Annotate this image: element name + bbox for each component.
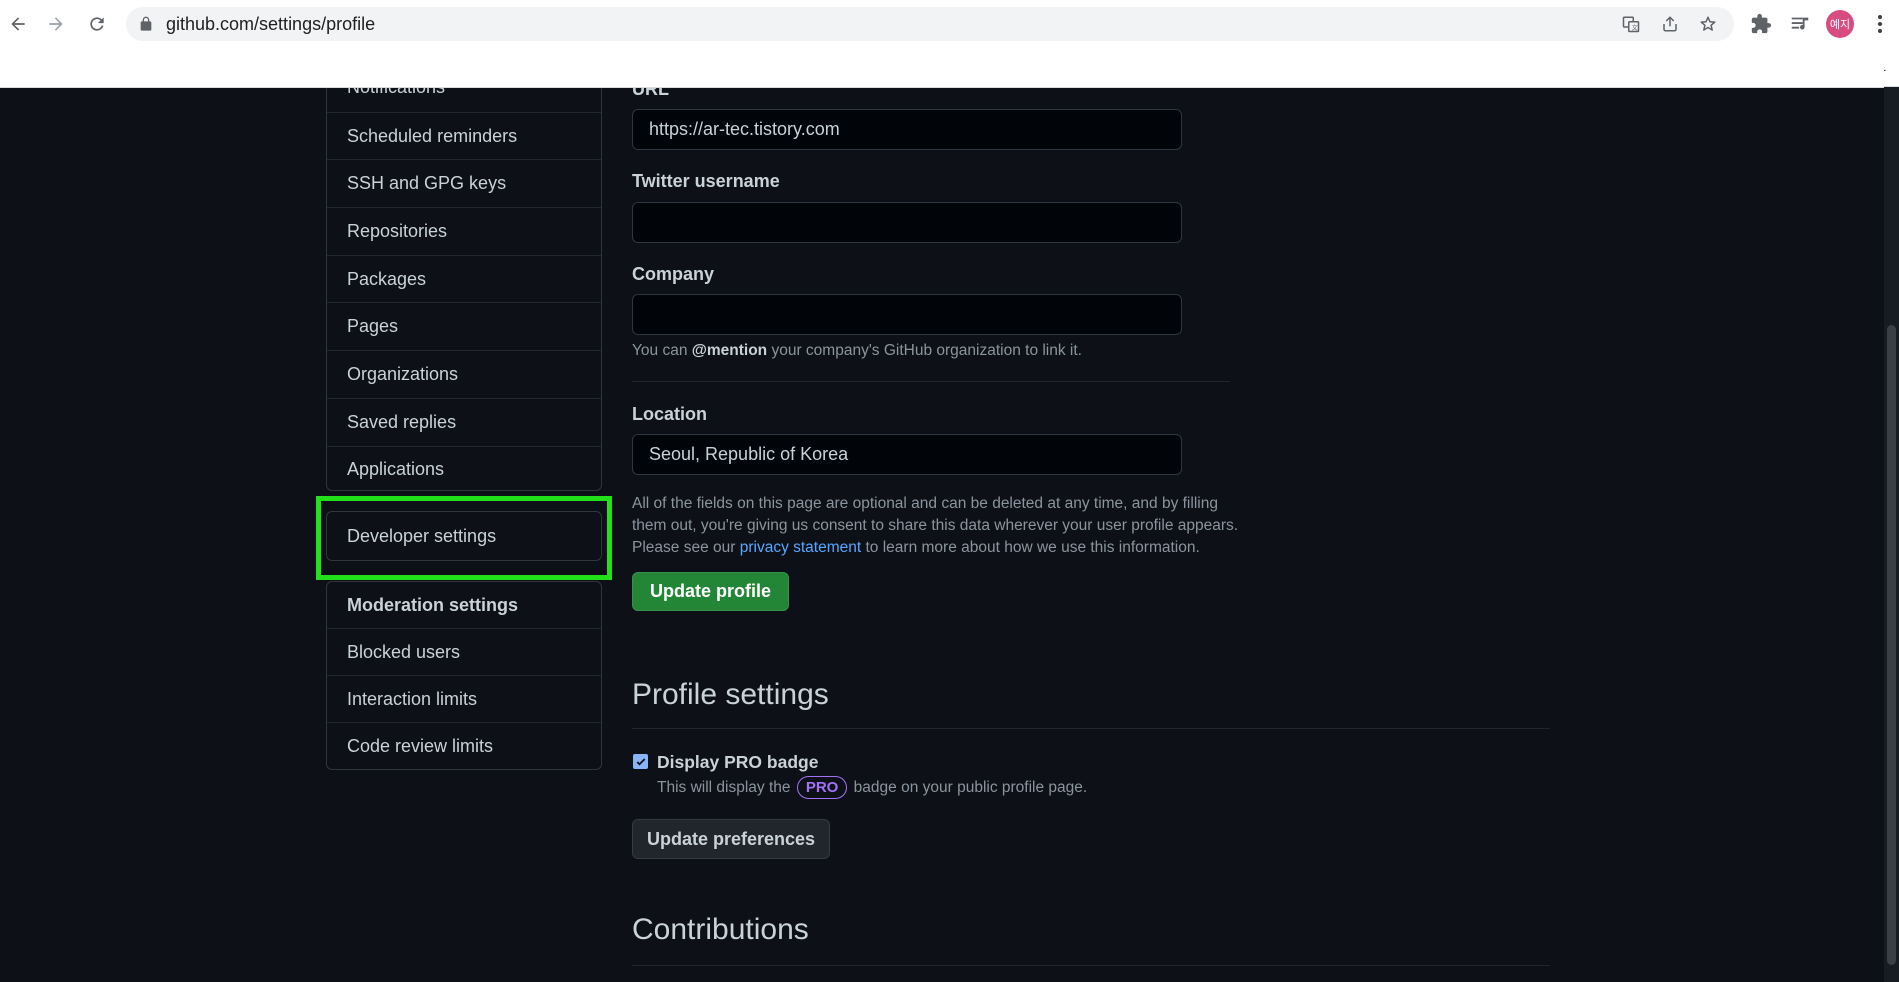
profile-avatar[interactable]: 예지 xyxy=(1826,10,1854,38)
contributions-heading: Contributions xyxy=(632,913,809,946)
folder-icon xyxy=(790,58,806,75)
folder-icon xyxy=(914,58,930,75)
folder-icon xyxy=(154,58,170,75)
mention-text: @mention xyxy=(691,342,768,359)
sidebar-item-code-review-limits[interactable]: Code review limits xyxy=(327,722,601,769)
profile-settings-divider xyxy=(632,728,1550,729)
location-label: Location xyxy=(632,404,707,424)
github-icon: ● xyxy=(1188,59,1205,77)
back-button[interactable] xyxy=(2,8,34,40)
bookmark-folder[interactable]: 교육 xyxy=(74,57,131,79)
media-control-icon[interactable] xyxy=(1789,13,1811,35)
bookmark-folder[interactable]: 프로그래밍교육사... xyxy=(607,57,766,79)
google-sheets-icon: + xyxy=(1001,59,1018,77)
twitter-username-input[interactable] xyxy=(632,202,1182,243)
bookmark-label: StackEdit xyxy=(1407,59,1475,76)
reload-icon xyxy=(90,17,104,31)
location-input[interactable]: Seoul, Republic of Korea xyxy=(632,434,1182,475)
checkmark-icon xyxy=(636,757,645,766)
company-input[interactable] xyxy=(632,294,1182,335)
bookmark-folder[interactable]: 유튜브자료 xyxy=(790,57,892,79)
scrollbar-thumb[interactable] xyxy=(1887,325,1896,965)
folder-icon xyxy=(607,58,623,75)
sidebar-item-interaction-limits[interactable]: Interaction limits xyxy=(327,675,601,722)
sidebar-item-packages[interactable]: Packages xyxy=(327,254,601,303)
sidebar-item-blocked-users[interactable]: Blocked users xyxy=(327,628,601,675)
pro-badge-note: This will display the PRO badge on your … xyxy=(657,776,1087,799)
arrow-left-icon xyxy=(11,17,25,31)
sidebar-item-pages[interactable]: Pages xyxy=(327,302,601,350)
folder-icon xyxy=(74,58,90,75)
sidebar-item-repositories[interactable]: Repositories xyxy=(327,207,601,255)
chrome-menu-icon[interactable] xyxy=(1871,12,1889,36)
bookmark-separator xyxy=(1782,58,1783,78)
apps-grid-icon xyxy=(8,59,26,77)
bookmark-label: Daily Plan - Googl... xyxy=(1030,59,1173,76)
company-label: Company xyxy=(632,264,715,284)
bookmark-label: 유튜브자료 xyxy=(818,62,892,79)
translate-icon[interactable]: 文 xyxy=(1622,15,1640,33)
svg-text:文: 文 xyxy=(1632,24,1638,32)
url-label: URL xyxy=(632,79,669,99)
sidebar-item-scheduled-reminders[interactable]: Scheduled reminders xyxy=(327,111,601,160)
sidebar-item-applications[interactable]: Applications xyxy=(327,445,601,491)
bookmark-label: Color Scripter xyxy=(1518,59,1616,76)
url-input[interactable]: https://ar-tec.tistory.com xyxy=(632,109,1182,150)
profile-settings-heading: Profile settings xyxy=(632,678,829,711)
sidebar-moderation-header: Moderation settings xyxy=(347,594,519,615)
highlight-box xyxy=(316,496,612,580)
update-profile-button[interactable]: Update profile xyxy=(632,572,789,611)
bookmark-label: 프로그래밍교육사... xyxy=(635,62,767,79)
page-scrollbar[interactable] xyxy=(1884,87,1899,982)
folder-icon xyxy=(264,58,280,75)
bookmark-github-list[interactable]: ● Complete list of gi... xyxy=(1188,57,1358,79)
bookmark-label: Complete list of gi... xyxy=(1217,59,1358,76)
twitter-label: Twitter username xyxy=(632,171,780,191)
address-bar[interactable]: github.com/settings/profile 文 xyxy=(126,7,1734,41)
optional-fields-note: All of the fields on this page are optio… xyxy=(632,495,1239,556)
url-text[interactable]: github.com/settings/profile xyxy=(166,14,375,35)
pro-badge: PRO xyxy=(796,776,848,799)
reading-list[interactable]: 읽기 목록 xyxy=(1795,57,1886,79)
reading-list-label: 읽기 목록 xyxy=(1823,62,1887,79)
settings-sidebar-menu: Notifications Scheduled reminders SSH an… xyxy=(326,63,602,491)
chrome-border xyxy=(0,87,1884,88)
contributions-divider xyxy=(632,965,1550,966)
forward-button[interactable] xyxy=(40,8,72,40)
company-note: You can @mention your company's GitHub o… xyxy=(632,342,1082,359)
form-divider xyxy=(632,381,1230,382)
update-preferences-button[interactable]: Update preferences xyxy=(632,819,830,859)
display-pro-badge-label[interactable]: Display PRO badge xyxy=(657,752,818,773)
bookmark-folder[interactable]: 프로젝트 xyxy=(154,57,241,79)
bookmark-label: SQLD xyxy=(942,59,986,76)
bookmark-apps[interactable]: 앱 xyxy=(8,57,55,79)
bookmark-stackedit[interactable]: # StackEdit xyxy=(1378,57,1475,79)
sidebar-item-saved-replies[interactable]: Saved replies xyxy=(327,397,601,446)
moderation-settings-group: Moderation settings Blocked users Intera… xyxy=(326,581,602,770)
sidebar-item-ssh-gpg-keys[interactable]: SSH and GPG keys xyxy=(327,159,601,207)
color-scripter-icon: C xyxy=(1489,59,1506,77)
bookmark-label: 교육 xyxy=(102,62,132,79)
bookmark-label: 프로젝트 xyxy=(182,62,241,79)
star-icon[interactable] xyxy=(1699,15,1717,33)
sidebar-item-organizations[interactable]: Organizations xyxy=(327,350,601,398)
privacy-statement-link[interactable]: privacy statement xyxy=(740,539,861,556)
bookmark-label: 앱 xyxy=(40,62,55,79)
arrow-right-icon xyxy=(49,17,63,31)
bookmark-daily-plan[interactable]: + Daily Plan - Googl... xyxy=(1001,57,1172,79)
bookmark-folder[interactable]: SQLD xyxy=(914,57,986,79)
reading-list-icon xyxy=(1796,60,1812,76)
bookmark-color-scripter[interactable]: C Color Scripter xyxy=(1489,57,1616,79)
browser-toolbar: github.com/settings/profile 文 예지 xyxy=(0,0,1899,48)
reload-button[interactable] xyxy=(81,8,113,40)
display-pro-badge-checkbox[interactable] xyxy=(633,754,648,769)
lock-icon xyxy=(140,16,152,31)
stackedit-icon: # xyxy=(1378,59,1395,77)
share-icon[interactable] xyxy=(1661,15,1679,33)
bookmarks-bar: 앱 교육 프로젝트 알고리즘 블로그 웹공부사이트 프로그래밍교육사... 유튜… xyxy=(0,48,1899,87)
extensions-icon[interactable] xyxy=(1750,13,1772,35)
